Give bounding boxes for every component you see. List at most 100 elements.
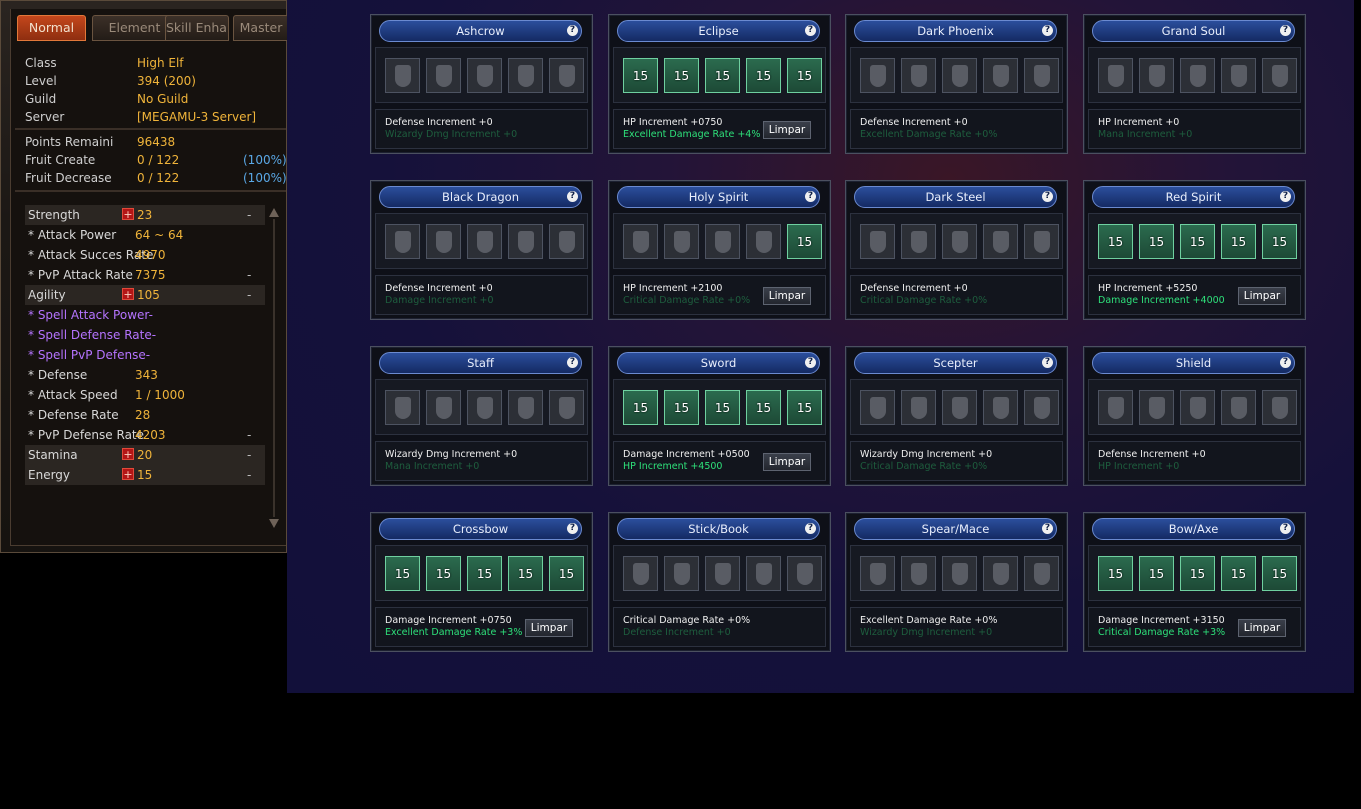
item-slot[interactable] bbox=[942, 556, 977, 591]
item-slot[interactable] bbox=[901, 224, 936, 259]
item-slot[interactable] bbox=[1180, 390, 1215, 425]
item-slot[interactable] bbox=[664, 224, 699, 259]
item-slot[interactable] bbox=[549, 390, 584, 425]
item-slot[interactable] bbox=[508, 390, 543, 425]
add-point-icon[interactable]: + bbox=[122, 468, 134, 480]
help-icon[interactable]: ? bbox=[1280, 523, 1291, 534]
item-slot[interactable] bbox=[860, 556, 895, 591]
item-slot[interactable] bbox=[623, 556, 658, 591]
item-slot[interactable]: 15 bbox=[1098, 224, 1133, 259]
item-slot[interactable]: 15 bbox=[746, 390, 781, 425]
item-slot[interactable] bbox=[549, 224, 584, 259]
item-slot[interactable]: 15 bbox=[1180, 556, 1215, 591]
scroll-down-icon[interactable] bbox=[269, 519, 279, 528]
help-icon[interactable]: ? bbox=[805, 191, 816, 202]
clear-button[interactable]: Limpar bbox=[763, 453, 811, 471]
item-slot[interactable] bbox=[1262, 58, 1297, 93]
item-slot[interactable] bbox=[942, 224, 977, 259]
help-icon[interactable]: ? bbox=[1280, 191, 1291, 202]
item-slot[interactable] bbox=[467, 390, 502, 425]
item-slot[interactable]: 15 bbox=[623, 58, 658, 93]
item-slot[interactable] bbox=[860, 58, 895, 93]
item-slot[interactable] bbox=[1139, 390, 1174, 425]
item-slot[interactable] bbox=[467, 224, 502, 259]
item-slot[interactable]: 15 bbox=[1098, 556, 1133, 591]
item-slot[interactable]: 15 bbox=[385, 556, 420, 591]
help-icon[interactable]: ? bbox=[567, 191, 578, 202]
help-icon[interactable]: ? bbox=[805, 25, 816, 36]
help-icon[interactable]: ? bbox=[805, 523, 816, 534]
item-slot[interactable]: 15 bbox=[664, 58, 699, 93]
item-slot[interactable]: 15 bbox=[1262, 556, 1297, 591]
item-slot[interactable] bbox=[1024, 224, 1059, 259]
item-slot[interactable]: 15 bbox=[705, 390, 740, 425]
help-icon[interactable]: ? bbox=[1042, 191, 1053, 202]
item-slot[interactable] bbox=[385, 390, 420, 425]
item-slot[interactable] bbox=[1024, 390, 1059, 425]
add-point-icon[interactable]: + bbox=[122, 448, 134, 460]
add-point-icon[interactable]: + bbox=[122, 208, 134, 220]
item-slot[interactable] bbox=[1262, 390, 1297, 425]
help-icon[interactable]: ? bbox=[805, 357, 816, 368]
help-icon[interactable]: ? bbox=[1042, 523, 1053, 534]
item-slot[interactable] bbox=[983, 224, 1018, 259]
item-slot[interactable] bbox=[901, 58, 936, 93]
item-slot[interactable] bbox=[746, 224, 781, 259]
item-slot[interactable] bbox=[426, 390, 461, 425]
item-slot[interactable]: 15 bbox=[1180, 224, 1215, 259]
item-slot[interactable] bbox=[746, 556, 781, 591]
item-slot[interactable] bbox=[426, 224, 461, 259]
clear-button[interactable]: Limpar bbox=[763, 121, 811, 139]
item-slot[interactable] bbox=[787, 556, 822, 591]
item-slot[interactable] bbox=[901, 390, 936, 425]
item-slot[interactable] bbox=[705, 224, 740, 259]
item-slot[interactable]: 15 bbox=[787, 58, 822, 93]
scroll-up-icon[interactable] bbox=[269, 208, 279, 217]
item-slot[interactable] bbox=[664, 556, 699, 591]
item-slot[interactable]: 15 bbox=[1262, 224, 1297, 259]
help-icon[interactable]: ? bbox=[1042, 357, 1053, 368]
item-slot[interactable] bbox=[983, 556, 1018, 591]
item-slot[interactable]: 15 bbox=[426, 556, 461, 591]
item-slot[interactable] bbox=[1221, 58, 1256, 93]
item-slot[interactable] bbox=[1139, 58, 1174, 93]
item-slot[interactable] bbox=[1180, 58, 1215, 93]
tab-skill-enhance[interactable]: Skill Enhar bbox=[165, 15, 229, 41]
item-slot[interactable]: 15 bbox=[549, 556, 584, 591]
item-slot[interactable] bbox=[549, 58, 584, 93]
item-slot[interactable]: 15 bbox=[1139, 224, 1174, 259]
item-slot[interactable] bbox=[467, 58, 502, 93]
item-slot[interactable] bbox=[983, 58, 1018, 93]
item-slot[interactable] bbox=[1024, 556, 1059, 591]
add-point-icon[interactable]: + bbox=[122, 288, 134, 300]
clear-button[interactable]: Limpar bbox=[1238, 619, 1286, 637]
item-slot[interactable]: 15 bbox=[1221, 556, 1256, 591]
item-slot[interactable] bbox=[901, 556, 936, 591]
item-slot[interactable]: 15 bbox=[787, 390, 822, 425]
item-slot[interactable]: 15 bbox=[508, 556, 543, 591]
item-slot[interactable]: 15 bbox=[705, 58, 740, 93]
scroll-track[interactable] bbox=[273, 219, 275, 517]
item-slot[interactable] bbox=[983, 390, 1018, 425]
item-slot[interactable] bbox=[1098, 58, 1133, 93]
item-slot[interactable]: 15 bbox=[787, 224, 822, 259]
item-slot[interactable]: 15 bbox=[467, 556, 502, 591]
item-slot[interactable] bbox=[942, 390, 977, 425]
clear-button[interactable]: Limpar bbox=[763, 287, 811, 305]
item-slot[interactable] bbox=[508, 58, 543, 93]
clear-button[interactable]: Limpar bbox=[525, 619, 573, 637]
clear-button[interactable]: Limpar bbox=[1238, 287, 1286, 305]
tab-master[interactable]: Master bbox=[233, 15, 289, 41]
item-slot[interactable] bbox=[508, 224, 543, 259]
item-slot[interactable] bbox=[705, 556, 740, 591]
item-slot[interactable] bbox=[426, 58, 461, 93]
item-slot[interactable] bbox=[385, 224, 420, 259]
item-slot[interactable]: 15 bbox=[623, 390, 658, 425]
item-slot[interactable]: 15 bbox=[1221, 224, 1256, 259]
help-icon[interactable]: ? bbox=[567, 25, 578, 36]
help-icon[interactable]: ? bbox=[567, 357, 578, 368]
item-slot[interactable] bbox=[942, 58, 977, 93]
item-slot[interactable] bbox=[1024, 58, 1059, 93]
item-slot[interactable]: 15 bbox=[1139, 556, 1174, 591]
tab-normal[interactable]: Normal bbox=[17, 15, 86, 41]
